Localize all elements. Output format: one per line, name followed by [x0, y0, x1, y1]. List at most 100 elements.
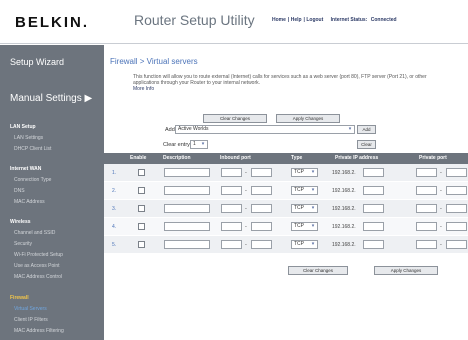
add-button[interactable]: Add [357, 125, 376, 134]
logout-link[interactable]: Logout [306, 17, 323, 23]
private-port-start-input[interactable] [416, 204, 437, 213]
table-header: Enable Description Inbound port Type Pri… [104, 153, 468, 164]
sidebar-item-dns[interactable]: DNS [14, 188, 25, 194]
description-text: This function will allow you to route ex… [133, 74, 427, 86]
enable-checkbox[interactable] [138, 169, 145, 176]
sidebar-item-mac-control[interactable]: MAC Address Control [14, 274, 62, 280]
clear-changes-button-bottom[interactable]: Clear Changes [288, 266, 348, 275]
type-select[interactable]: TCP ▾ [291, 186, 318, 195]
type-select[interactable]: TCP ▾ [291, 204, 318, 213]
private-ip-input[interactable] [363, 168, 384, 177]
private-ip-input[interactable] [363, 240, 384, 249]
inbound-port-end-input[interactable] [251, 222, 272, 231]
inbound-port-end-input[interactable] [251, 168, 272, 177]
clear-entry-select[interactable]: 1 ▾ [190, 140, 208, 149]
manual-settings-link[interactable]: Manual Settings ▶ [10, 93, 92, 104]
sidebar-section-wireless[interactable]: Wireless [10, 219, 31, 225]
sidebar-item-mac-filtering[interactable]: MAC Address Filtering [14, 328, 64, 334]
sidebar-item-wps[interactable]: Wi-Fi Protected Setup [14, 252, 63, 258]
inbound-port-end-input[interactable] [251, 204, 272, 213]
inbound-port-start-input[interactable] [221, 240, 242, 249]
sidebar-section-firewall[interactable]: Firewall [10, 295, 29, 301]
private-port-start-input[interactable] [416, 168, 437, 177]
port-range-dash: - [245, 206, 247, 212]
chevron-down-icon: ▾ [311, 241, 315, 247]
inbound-port-end-input[interactable] [251, 186, 272, 195]
type-select[interactable]: TCP ▾ [291, 222, 318, 231]
breadcrumb: Firewall > Virtual servers [110, 57, 198, 66]
sidebar-item-dhcp-client-list[interactable]: DHCP Client List [14, 146, 51, 152]
table-row: 5. - TCP ▾ 192.168.2. - [104, 236, 468, 254]
chevron-down-icon: ▾ [311, 223, 315, 229]
home-link[interactable]: Home [272, 17, 286, 23]
sidebar: Setup Wizard Manual Settings ▶ LAN Setup… [0, 45, 104, 340]
private-port-end-input[interactable] [446, 204, 467, 213]
apply-changes-button-top[interactable]: Apply Changes [276, 114, 340, 123]
add-service-select[interactable]: Active Worlds ▾ [175, 125, 355, 134]
clear-changes-button-top[interactable]: Clear Changes [203, 114, 267, 123]
inbound-port-start-input[interactable] [221, 186, 242, 195]
belkin-logo: BELKIN. [15, 13, 89, 31]
page-description: This function will allow you to route ex… [133, 74, 433, 92]
private-port-end-input[interactable] [446, 222, 467, 231]
type-select[interactable]: TCP ▾ [291, 168, 318, 177]
description-input[interactable] [164, 240, 210, 249]
ip-prefix: 192.168.2. [332, 224, 356, 230]
inbound-port-start-input[interactable] [221, 168, 242, 177]
sidebar-section-lan-setup[interactable]: LAN Setup [10, 124, 36, 130]
sidebar-section-internet-wan[interactable]: Internet WAN [10, 166, 41, 172]
private-ip-input[interactable] [363, 222, 384, 231]
row-number: 4. [112, 224, 117, 230]
private-port-start-input[interactable] [416, 222, 437, 231]
sidebar-item-mac-address[interactable]: MAC Address [14, 199, 45, 205]
private-port-end-input[interactable] [446, 168, 467, 177]
row-number: 5. [112, 242, 117, 248]
inbound-port-start-input[interactable] [221, 204, 242, 213]
port-range-dash: - [440, 242, 442, 248]
private-port-start-input[interactable] [416, 186, 437, 195]
type-value: TCP [294, 187, 304, 193]
help-link[interactable]: Help [291, 17, 302, 23]
ip-prefix: 192.168.2. [332, 188, 356, 194]
sidebar-item-channel-ssid[interactable]: Channel and SSID [14, 230, 55, 236]
sidebar-item-client-ip-filters[interactable]: Client IP Filters [14, 317, 48, 323]
private-port-end-input[interactable] [446, 186, 467, 195]
apply-changes-button-bottom[interactable]: Apply Changes [374, 266, 438, 275]
private-port-start-input[interactable] [416, 240, 437, 249]
sidebar-item-access-point[interactable]: Use as Access Point [14, 263, 60, 269]
enable-checkbox[interactable] [138, 187, 145, 194]
type-value: TCP [294, 205, 304, 211]
enable-checkbox[interactable] [138, 205, 145, 212]
description-input[interactable] [164, 168, 210, 177]
private-ip-input[interactable] [363, 186, 384, 195]
sidebar-item-connection-type[interactable]: Connection Type [14, 177, 51, 183]
top-links: Home | Help | Logout Internet Status: Conn… [272, 17, 397, 23]
col-enable: Enable [130, 155, 147, 161]
port-range-dash: - [440, 206, 442, 212]
description-input[interactable] [164, 222, 210, 231]
chevron-down-icon: ▾ [311, 187, 315, 193]
type-select[interactable]: TCP ▾ [291, 240, 318, 249]
description-input[interactable] [164, 186, 210, 195]
enable-checkbox[interactable] [138, 241, 145, 248]
inbound-port-start-input[interactable] [221, 222, 242, 231]
chevron-down-icon: ▾ [311, 205, 315, 211]
port-range-dash: - [245, 224, 247, 230]
enable-checkbox[interactable] [138, 223, 145, 230]
private-port-end-input[interactable] [446, 240, 467, 249]
sidebar-item-virtual-servers[interactable]: Virtual Servers [14, 306, 47, 312]
private-ip-input[interactable] [363, 204, 384, 213]
add-label: Add [165, 127, 175, 133]
inbound-port-end-input[interactable] [251, 240, 272, 249]
row-number: 2. [112, 188, 117, 194]
setup-wizard-link[interactable]: Setup Wizard [10, 57, 64, 67]
chevron-down-icon: ▾ [201, 141, 205, 147]
header: BELKIN. Router Setup Utility Home | Help |… [0, 0, 468, 44]
port-range-dash: - [245, 170, 247, 176]
description-input[interactable] [164, 204, 210, 213]
col-inbound-port: Inbound port [220, 155, 251, 161]
clear-button[interactable]: Clear [357, 140, 376, 149]
sidebar-item-security[interactable]: Security [14, 241, 32, 247]
more-info-link[interactable]: More Info [133, 86, 154, 92]
sidebar-item-lan-settings[interactable]: LAN Settings [14, 135, 43, 141]
